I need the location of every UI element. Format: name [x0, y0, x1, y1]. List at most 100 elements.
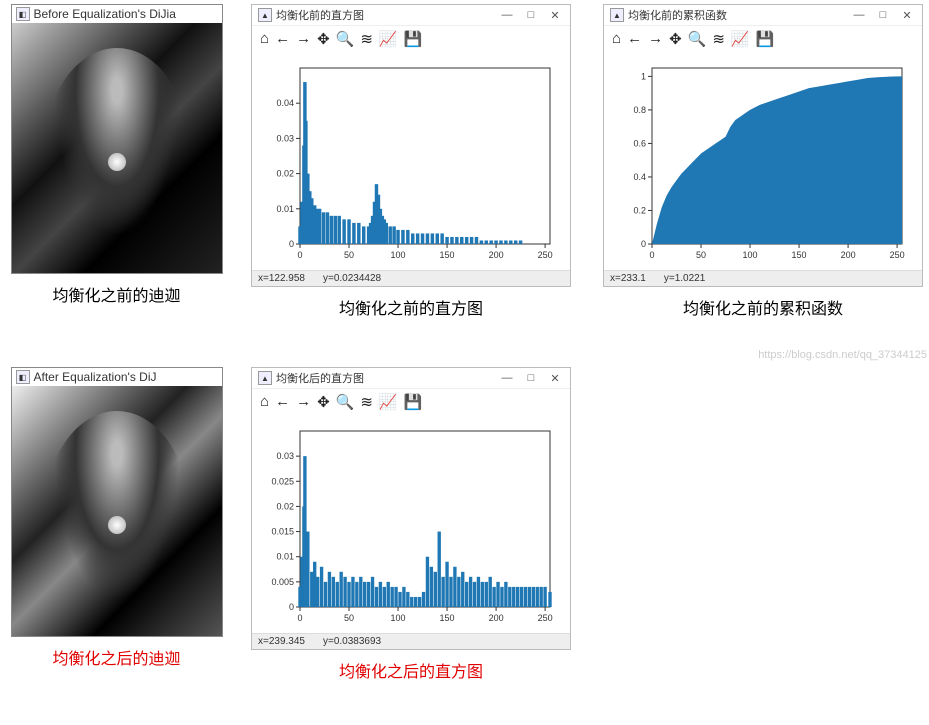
- window-controls: — □ ✕: [498, 9, 564, 22]
- caption-before-image: 均衡化之前的迪迦: [52, 282, 180, 306]
- image-body-before: [12, 23, 222, 273]
- svg-text:0.02: 0.02: [276, 169, 294, 179]
- forward-icon[interactable]: →: [296, 30, 311, 48]
- plot-titlebar: ▲均衡化前的直方图 — □ ✕: [252, 5, 570, 26]
- minimize-button[interactable]: —: [498, 372, 516, 385]
- caption-cdf-before: 均衡化之前的累积函数: [683, 295, 843, 319]
- svg-text:0.015: 0.015: [271, 527, 294, 537]
- window-controls: — □ ✕: [498, 372, 564, 385]
- zoom-icon[interactable]: 🔍: [336, 30, 355, 48]
- back-icon[interactable]: ←: [275, 30, 290, 48]
- svg-text:0.03: 0.03: [276, 451, 294, 461]
- home-icon[interactable]: ⌂: [612, 30, 621, 48]
- svg-text:100: 100: [391, 613, 406, 623]
- matplotlib-toolbar: ⌂ ← → ✥ 🔍 ≋ 📈 💾: [252, 26, 570, 52]
- plot-window-hist-after: ▲均衡化后的直方图 — □ ✕ ⌂ ← → ✥ 🔍 ≋ 📈 💾 05010015…: [251, 367, 571, 650]
- app-icon: ◧: [16, 370, 30, 384]
- status-y: y=0.0383693: [323, 636, 381, 647]
- minimize-button[interactable]: —: [850, 9, 868, 22]
- pan-icon[interactable]: ✥: [669, 30, 682, 48]
- maximize-button[interactable]: □: [522, 9, 540, 22]
- svg-text:0.6: 0.6: [633, 138, 646, 148]
- axes-icon[interactable]: 📈: [379, 30, 398, 48]
- cell-cdf-before: ▲均衡化前的累积函数 — □ ✕ ⌂ ← → ✥ 🔍 ≋ 📈 💾 0501001…: [593, 4, 929, 319]
- svg-text:0: 0: [297, 250, 302, 260]
- svg-text:0.005: 0.005: [271, 577, 294, 587]
- plot-area: 05010015020025000.20.40.60.81: [604, 52, 922, 270]
- back-icon[interactable]: ←: [627, 30, 642, 48]
- maximize-button[interactable]: □: [522, 372, 540, 385]
- matplotlib-icon: ▲: [258, 371, 272, 385]
- status-y: y=1.0221: [664, 273, 705, 284]
- cdf-before-chart: 05010015020025000.20.40.60.81: [608, 58, 912, 268]
- svg-text:200: 200: [489, 250, 504, 260]
- image-window-before: ◧ Before Equalization's DiJia: [11, 4, 223, 274]
- svg-text:150: 150: [792, 250, 807, 260]
- svg-text:0.03: 0.03: [276, 133, 294, 143]
- forward-icon[interactable]: →: [296, 393, 311, 411]
- svg-text:200: 200: [489, 613, 504, 623]
- pan-icon[interactable]: ✥: [317, 30, 330, 48]
- svg-text:0.2: 0.2: [633, 205, 646, 215]
- image-titlebar: ◧ Before Equalization's DiJia: [12, 5, 222, 23]
- svg-text:0: 0: [289, 602, 294, 612]
- zoom-icon[interactable]: 🔍: [688, 30, 707, 48]
- svg-text:0: 0: [641, 239, 646, 249]
- cell-hist-after: ▲均衡化后的直方图 — □ ✕ ⌂ ← → ✥ 🔍 ≋ 📈 💾 05010015…: [241, 367, 581, 682]
- svg-text:200: 200: [841, 250, 856, 260]
- svg-text:0.01: 0.01: [276, 552, 294, 562]
- hist-before-chart: 05010015020025000.010.020.030.04: [256, 58, 560, 268]
- minimize-button[interactable]: —: [498, 9, 516, 22]
- subplot-icon[interactable]: ≋: [360, 393, 373, 411]
- matplotlib-toolbar: ⌂ ← → ✥ 🔍 ≋ 📈 💾: [604, 26, 922, 52]
- home-icon[interactable]: ⌂: [260, 393, 269, 411]
- zoom-icon[interactable]: 🔍: [336, 393, 355, 411]
- svg-text:0.8: 0.8: [633, 105, 646, 115]
- plot-window-title: 均衡化后的直方图: [276, 370, 364, 386]
- image-body-after: [12, 386, 222, 636]
- status-bar: x=122.958 y=0.0234428: [252, 270, 570, 286]
- plot-window-hist-before: ▲均衡化前的直方图 — □ ✕ ⌂ ← → ✥ 🔍 ≋ 📈 💾 05010015…: [251, 4, 571, 287]
- svg-text:0: 0: [297, 613, 302, 623]
- status-x: x=239.345: [258, 636, 305, 647]
- subplot-icon[interactable]: ≋: [360, 30, 373, 48]
- matplotlib-toolbar: ⌂ ← → ✥ 🔍 ≋ 📈 💾: [252, 389, 570, 415]
- svg-text:250: 250: [538, 613, 553, 623]
- svg-text:0: 0: [649, 250, 654, 260]
- plot-window-cdf-before: ▲均衡化前的累积函数 — □ ✕ ⌂ ← → ✥ 🔍 ≋ 📈 💾 0501001…: [603, 4, 923, 287]
- caption-hist-before: 均衡化之前的直方图: [339, 295, 483, 319]
- save-icon[interactable]: 💾: [404, 393, 423, 411]
- axes-icon[interactable]: 📈: [731, 30, 750, 48]
- caption-after-image: 均衡化之后的迪迦: [52, 645, 180, 669]
- image-window-title: Before Equalization's DiJia: [34, 7, 176, 21]
- svg-text:150: 150: [440, 250, 455, 260]
- svg-text:150: 150: [440, 613, 455, 623]
- orb-glow: [108, 153, 126, 171]
- svg-text:0.02: 0.02: [276, 501, 294, 511]
- watermark-text: https://blog.csdn.net/qq_37344125: [758, 349, 927, 361]
- svg-text:50: 50: [696, 250, 706, 260]
- subplot-icon[interactable]: ≋: [712, 30, 725, 48]
- close-button[interactable]: ✕: [898, 9, 916, 22]
- status-bar: x=239.345 y=0.0383693: [252, 633, 570, 649]
- forward-icon[interactable]: →: [648, 30, 663, 48]
- axes-icon[interactable]: 📈: [379, 393, 398, 411]
- plot-area: 05010015020025000.0050.010.0150.020.0250…: [252, 415, 570, 633]
- app-icon: ◧: [16, 7, 30, 21]
- svg-text:1: 1: [641, 71, 646, 81]
- plot-titlebar: ▲均衡化前的累积函数 — □ ✕: [604, 5, 922, 26]
- close-button[interactable]: ✕: [546, 372, 564, 385]
- cell-hist-before: ▲均衡化前的直方图 — □ ✕ ⌂ ← → ✥ 🔍 ≋ 📈 💾 05010015…: [241, 4, 581, 319]
- maximize-button[interactable]: □: [874, 9, 892, 22]
- home-icon[interactable]: ⌂: [260, 30, 269, 48]
- close-button[interactable]: ✕: [546, 9, 564, 22]
- plot-window-title: 均衡化前的累积函数: [628, 7, 727, 23]
- pan-icon[interactable]: ✥: [317, 393, 330, 411]
- cell-before-image: ◧ Before Equalization's DiJia 均衡化之前的迪迦: [4, 4, 229, 306]
- save-icon[interactable]: 💾: [404, 30, 423, 48]
- save-icon[interactable]: 💾: [756, 30, 775, 48]
- back-icon[interactable]: ←: [275, 393, 290, 411]
- window-controls: — □ ✕: [850, 9, 916, 22]
- svg-text:0: 0: [289, 239, 294, 249]
- image-window-after: ◧ After Equalization's DiJ: [11, 367, 223, 637]
